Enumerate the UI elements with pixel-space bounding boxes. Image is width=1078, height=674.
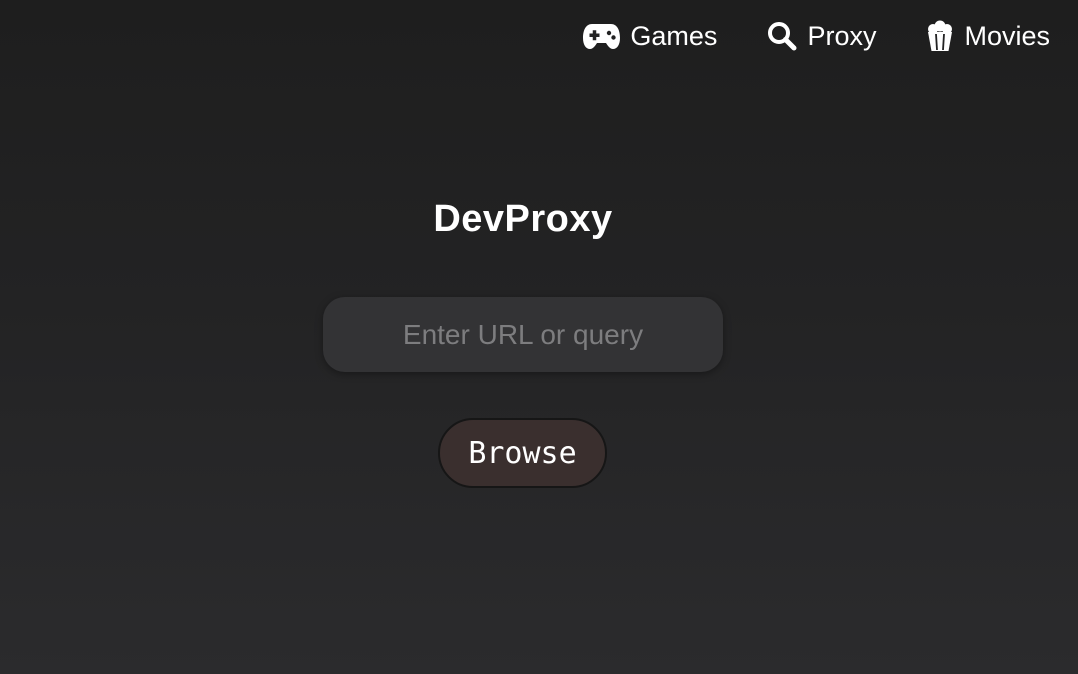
nav-item-games[interactable]: Games (583, 22, 717, 50)
gamepad-icon (583, 22, 621, 50)
search-input[interactable] (323, 297, 723, 372)
nav-item-movies[interactable]: Movies (926, 20, 1050, 52)
popcorn-icon (926, 20, 954, 52)
nav-item-label: Movies (964, 20, 1050, 51)
page-title: DevProxy (433, 198, 613, 240)
search-icon (767, 21, 797, 51)
top-nav: Games Proxy Movies (533, 0, 1078, 72)
nav-item-label: Proxy (807, 20, 877, 51)
nav-item-proxy[interactable]: Proxy (767, 21, 876, 51)
browse-button[interactable]: Browse (438, 418, 607, 488)
nav-item-label: Games (630, 20, 718, 51)
